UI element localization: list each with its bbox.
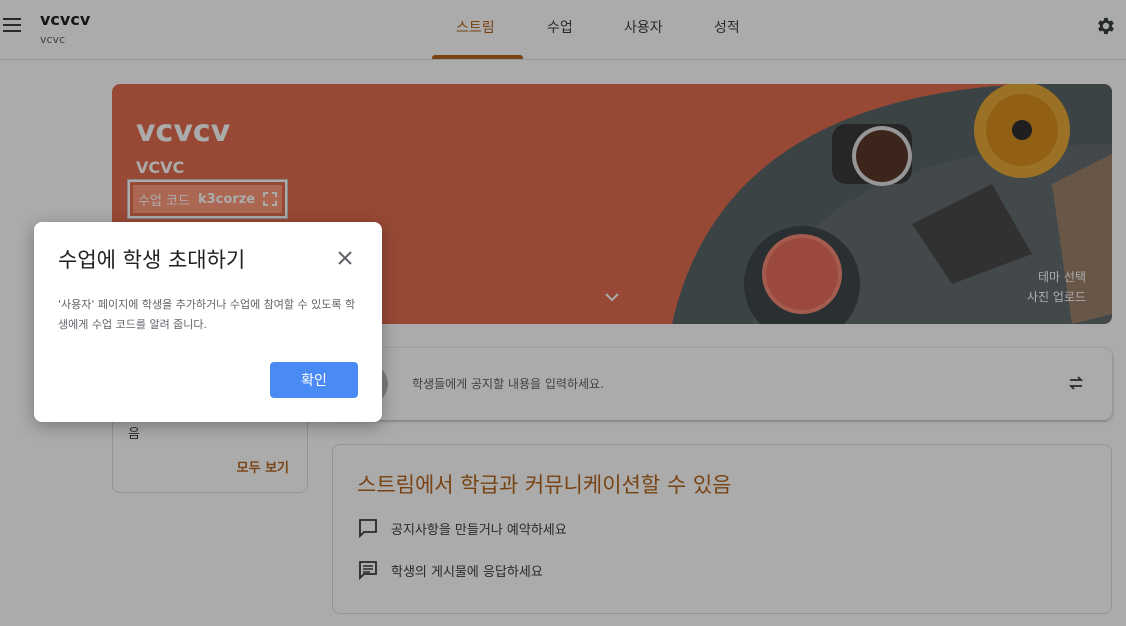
- confirm-button[interactable]: 확인: [270, 362, 358, 398]
- invite-students-dialog: 수업에 학생 초대하기 '사용자' 페이지에 학생을 추가하거나 수업에 참여할…: [34, 222, 382, 422]
- dialog-title: 수업에 학생 초대하기: [58, 248, 246, 272]
- dialog-body: '사용자' 페이지에 학생을 추가하거나 수업에 참여할 수 있도록 학생에게 …: [58, 298, 356, 331]
- close-icon[interactable]: [336, 249, 354, 267]
